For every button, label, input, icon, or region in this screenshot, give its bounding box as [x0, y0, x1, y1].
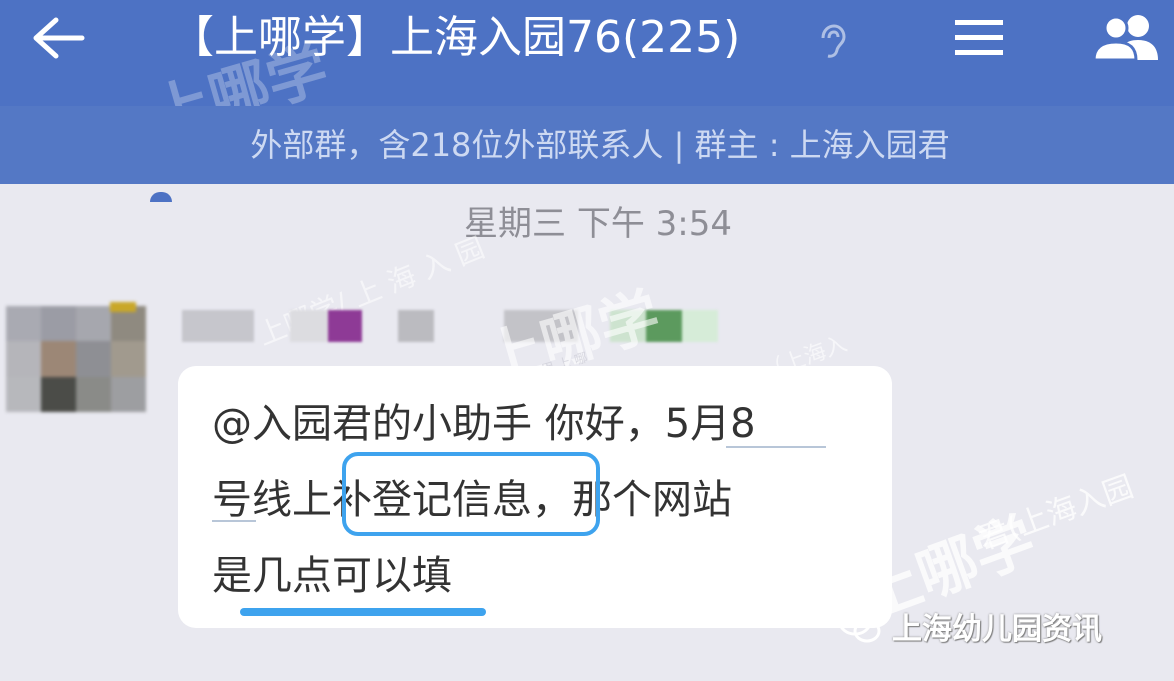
underline-date: [726, 446, 826, 448]
chat-header: 【上哪学】上海入园76(225): [0, 0, 1174, 106]
group-members-icon: [1092, 15, 1158, 62]
highlight-underline: [240, 608, 486, 616]
highlight-box: [342, 452, 600, 536]
message-line-1: @入园君的小助手 你好，5月8: [212, 394, 756, 454]
source-watermark: 上海幼儿园资讯: [836, 598, 1156, 654]
message-line-3: 是几点可以填: [212, 553, 452, 599]
hamburger-menu-icon: [955, 20, 1003, 55]
ear-icon[interactable]: [812, 22, 852, 62]
arrow-left-icon: [33, 17, 85, 59]
group-info-bar: 外部群，含218位外部联系人 | 群主 : 上海入园君: [0, 106, 1174, 184]
back-button[interactable]: [22, 10, 94, 66]
avatar[interactable]: [6, 302, 146, 412]
sender-name-blurred: [180, 306, 740, 346]
message-date: 5月8: [664, 401, 756, 447]
source-account-name: 上海幼儿园资讯: [892, 612, 1102, 647]
chat-title: 【上哪学】上海入园76(225): [170, 12, 741, 63]
underline-hao: [212, 520, 256, 522]
message-text: @入园君的小助手 你好，: [212, 401, 665, 447]
wechat-icon: [836, 604, 884, 648]
message-timestamp: 星期三 下午 3:54: [464, 204, 732, 244]
group-members-button[interactable]: [1086, 8, 1170, 66]
menu-button[interactable]: [946, 14, 1012, 62]
